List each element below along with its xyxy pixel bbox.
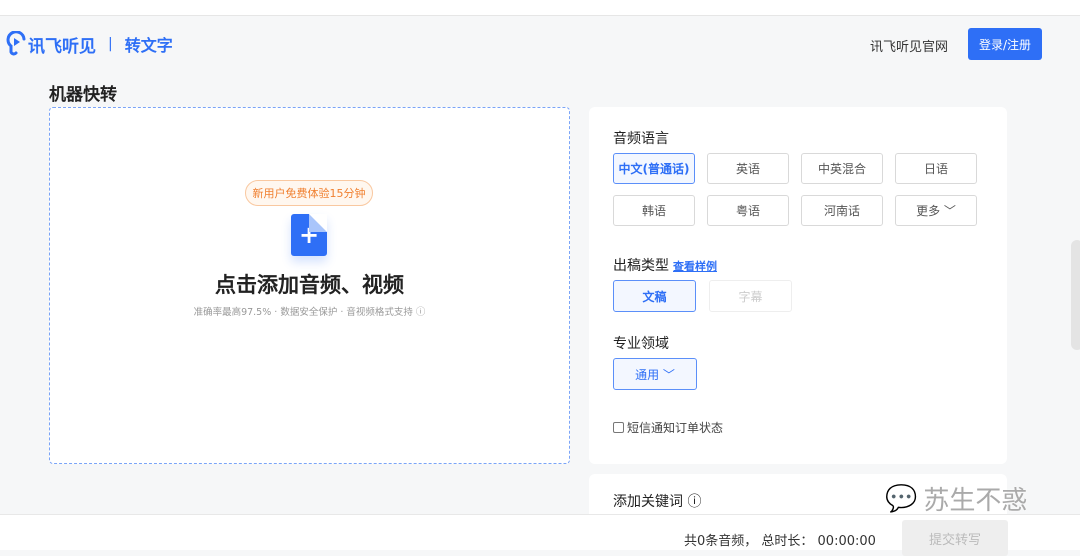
domain-label: 专业领域 xyxy=(613,336,669,352)
watermark: 💬 苏生不惑 xyxy=(885,480,1027,517)
keywords-label[interactable]: 添加关键词 ⓘ xyxy=(613,491,701,511)
official-site-link[interactable]: 讯飞听见官网 xyxy=(870,36,948,55)
lang-mixed[interactable]: 中英混合 xyxy=(801,153,883,184)
page-title: 机器快转 xyxy=(49,85,117,105)
output-type-label: 出稿类型 查看样例 xyxy=(613,255,717,275)
upload-hint: 准确率最高97.5% · 数据安全保护 · 音视频格式支持 ⓘ xyxy=(193,307,426,318)
brand-name: 讯飞听见 xyxy=(28,36,96,57)
sms-label: 短信通知订单状态 xyxy=(627,421,724,435)
lang-mandarin[interactable]: 中文(普通话) xyxy=(613,153,695,184)
view-sample-link[interactable]: 查看样例 xyxy=(673,260,717,273)
divider: | xyxy=(108,36,113,52)
domain-select[interactable]: 通用 ﹀ xyxy=(613,358,697,390)
checkbox-icon[interactable] xyxy=(613,422,624,433)
top-bar xyxy=(0,0,1080,16)
add-file-icon[interactable]: + xyxy=(291,214,327,256)
audio-summary: 共0条音频， 总时长： 00:00:00 xyxy=(684,534,876,549)
settings-panel: 音频语言 中文(普通话) 英语 中英混合 日语 韩语 粤语 河南话 更多 ﹀ 出… xyxy=(589,107,1007,464)
language-label: 音频语言 xyxy=(613,131,669,147)
output-label-text: 出稿类型 xyxy=(613,258,669,274)
footer-bar: 共0条音频， 总时长： 00:00:00 提交转写 xyxy=(0,514,1080,556)
lang-more-dropdown[interactable]: 更多 ﹀ xyxy=(895,195,977,226)
product-name: 转文字 xyxy=(124,36,173,55)
promo-badge: 新用户免费体验15分钟 xyxy=(245,180,373,206)
scrollbar[interactable] xyxy=(1071,240,1080,350)
watermark-text: 苏生不惑 xyxy=(923,486,1028,516)
sms-notify-checkbox[interactable]: 短信通知订单状态 xyxy=(613,419,723,436)
output-document[interactable]: 文稿 xyxy=(613,280,696,312)
wechat-icon: 💬 xyxy=(885,483,918,514)
upload-area[interactable]: 新用户免费体验15分钟 + 点击添加音频、视频 准确率最高97.5% · 数据安… xyxy=(49,107,570,464)
output-subtitle[interactable]: 字幕 xyxy=(709,280,792,312)
lang-english[interactable]: 英语 xyxy=(707,153,789,184)
ear-logo-icon xyxy=(6,31,26,56)
upload-title: 点击添加音频、视频 xyxy=(215,273,404,297)
logo[interactable]: 讯飞听见 | 转文字 xyxy=(6,31,173,57)
submit-button[interactable]: 提交转写 xyxy=(902,520,1008,556)
lang-cantonese[interactable]: 粤语 xyxy=(707,195,789,226)
lang-japanese[interactable]: 日语 xyxy=(895,153,977,184)
lang-korean[interactable]: 韩语 xyxy=(613,195,695,226)
login-button[interactable]: 登录/注册 xyxy=(968,28,1042,60)
lang-henan[interactable]: 河南话 xyxy=(801,195,883,226)
